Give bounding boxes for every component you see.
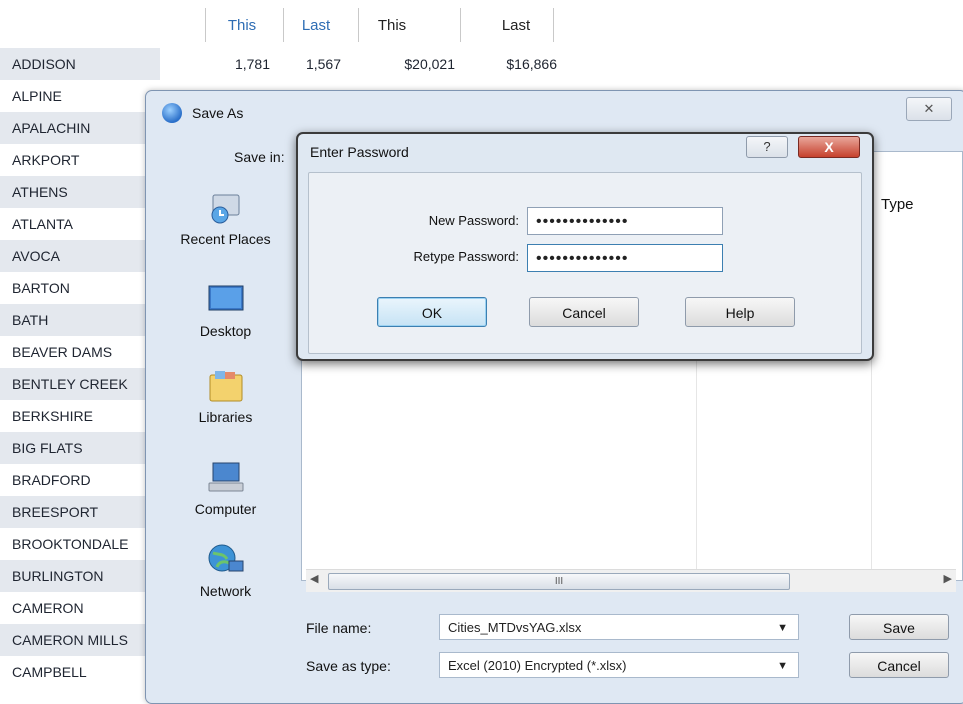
city-name-cell[interactable]: BREESPORT xyxy=(0,496,160,528)
place-label: Network xyxy=(199,583,252,599)
city-name-cell[interactable]: ADDISON xyxy=(0,48,160,80)
place-label: Libraries xyxy=(198,409,253,425)
value-cell[interactable]: 1,567 xyxy=(285,48,341,80)
retype-password-label: Retype Password: xyxy=(413,249,520,264)
header-separator xyxy=(205,8,206,42)
city-name-cell[interactable]: BURLINGTON xyxy=(0,560,160,592)
file-name-value: Cities_MTDvsYAG.xlsx xyxy=(448,620,582,635)
header-separator xyxy=(553,8,554,42)
password-panel: New Password: •••••••••••••• Retype Pass… xyxy=(308,172,862,354)
city-name-cell[interactable]: CAMERON xyxy=(0,592,160,624)
city-name-cell[interactable]: CAMERON MILLS xyxy=(0,624,160,656)
header-separator xyxy=(460,8,461,42)
save-as-type-select[interactable]: Excel (2010) Encrypted (*.xlsx) ▼ xyxy=(439,652,799,678)
value-cell[interactable]: $20,021 xyxy=(360,48,455,80)
save-as-type-label: Save as type: xyxy=(306,658,391,674)
header-last-qty: Last xyxy=(301,17,331,34)
save-button[interactable]: Save xyxy=(849,614,949,640)
place-desktop[interactable]: Desktop xyxy=(158,283,293,339)
city-name-cell[interactable]: APALACHIN xyxy=(0,112,160,144)
computer-icon xyxy=(207,461,245,495)
city-name-cell[interactable]: BEAVER DAMS xyxy=(0,336,160,368)
cancel-button[interactable]: Cancel xyxy=(849,652,949,678)
scroll-left-arrow-icon[interactable]: ◀ xyxy=(310,572,318,585)
city-name-cell[interactable]: ATLANTA xyxy=(0,208,160,240)
city-name-cell[interactable]: BERKSHIRE xyxy=(0,400,160,432)
save-as-type-value: Excel (2010) Encrypted (*.xlsx) xyxy=(448,658,627,673)
help-icon[interactable]: ? xyxy=(746,136,788,158)
file-name-field[interactable]: Cities_MTDvsYAG.xlsx ▼ xyxy=(439,614,799,640)
header-last-amount: Last xyxy=(501,17,531,34)
city-name-cell[interactable]: ALPINE xyxy=(0,80,160,112)
desktop-icon xyxy=(207,283,245,317)
file-name-label: File name: xyxy=(306,620,372,636)
close-icon[interactable]: X xyxy=(798,136,860,158)
new-password-field[interactable]: •••••••••••••• xyxy=(527,207,723,235)
place-label: Computer xyxy=(194,501,257,517)
ok-button[interactable]: OK xyxy=(377,297,487,327)
header-separator xyxy=(358,8,359,42)
city-name-cell[interactable]: BATH xyxy=(0,304,160,336)
save-as-title: Save As xyxy=(192,105,244,121)
city-name-cell[interactable]: BRADFORD xyxy=(0,464,160,496)
chevron-down-icon[interactable]: ▼ xyxy=(777,615,788,641)
value-cell[interactable]: $16,866 xyxy=(465,48,557,80)
enter-password-dialog: Enter Password ? X New Password: •••••••… xyxy=(296,132,874,361)
app-icon xyxy=(162,103,182,123)
city-name-cell[interactable]: BARTON xyxy=(0,272,160,304)
place-label: Desktop xyxy=(199,323,252,339)
save-in-label: Save in: xyxy=(234,149,285,165)
city-name-cell[interactable]: AVOCA xyxy=(0,240,160,272)
city-name-cell[interactable]: ATHENS xyxy=(0,176,160,208)
place-libraries[interactable]: Libraries xyxy=(158,369,293,425)
horizontal-scrollbar[interactable]: ◀ III ▶ xyxy=(306,569,956,592)
cancel-button[interactable]: Cancel xyxy=(529,297,639,327)
city-name-cell[interactable]: BIG FLATS xyxy=(0,432,160,464)
places-bar: Recent Places Desktop Libraries Computer… xyxy=(158,181,293,661)
header-this-qty: This xyxy=(227,17,257,34)
scrollbar-thumb[interactable]: III xyxy=(328,573,790,590)
place-label: Recent Places xyxy=(180,231,271,247)
network-icon xyxy=(207,543,245,577)
column-header-type[interactable]: Type xyxy=(881,196,914,213)
place-recent-places[interactable]: Recent Places xyxy=(158,191,293,247)
libraries-icon xyxy=(207,369,245,403)
scroll-right-arrow-icon[interactable]: ▶ xyxy=(944,572,952,585)
chevron-down-icon[interactable]: ▼ xyxy=(777,653,788,679)
city-name-cell[interactable]: BENTLEY CREEK xyxy=(0,368,160,400)
help-button[interactable]: Help xyxy=(685,297,795,327)
close-button[interactable]: ✕ xyxy=(906,97,952,121)
place-computer[interactable]: Computer xyxy=(158,461,293,517)
place-network[interactable]: Network xyxy=(158,543,293,599)
city-name-cell[interactable]: CAMPBELL xyxy=(0,656,160,688)
enter-password-title: Enter Password xyxy=(310,144,409,160)
recent-places-icon xyxy=(207,191,245,225)
retype-password-field[interactable]: •••••••••••••• xyxy=(527,244,723,272)
table-row[interactable]: ADDISON 1,781 1,567 $20,021 $16,866 xyxy=(0,48,570,80)
header-separator xyxy=(283,8,284,42)
city-name-cell[interactable]: BROOKTONDALE xyxy=(0,528,160,560)
header-this-amount: This xyxy=(377,17,407,34)
city-name-cell[interactable]: ARKPORT xyxy=(0,144,160,176)
new-password-label: New Password: xyxy=(428,213,519,228)
value-cell[interactable]: 1,781 xyxy=(210,48,270,80)
